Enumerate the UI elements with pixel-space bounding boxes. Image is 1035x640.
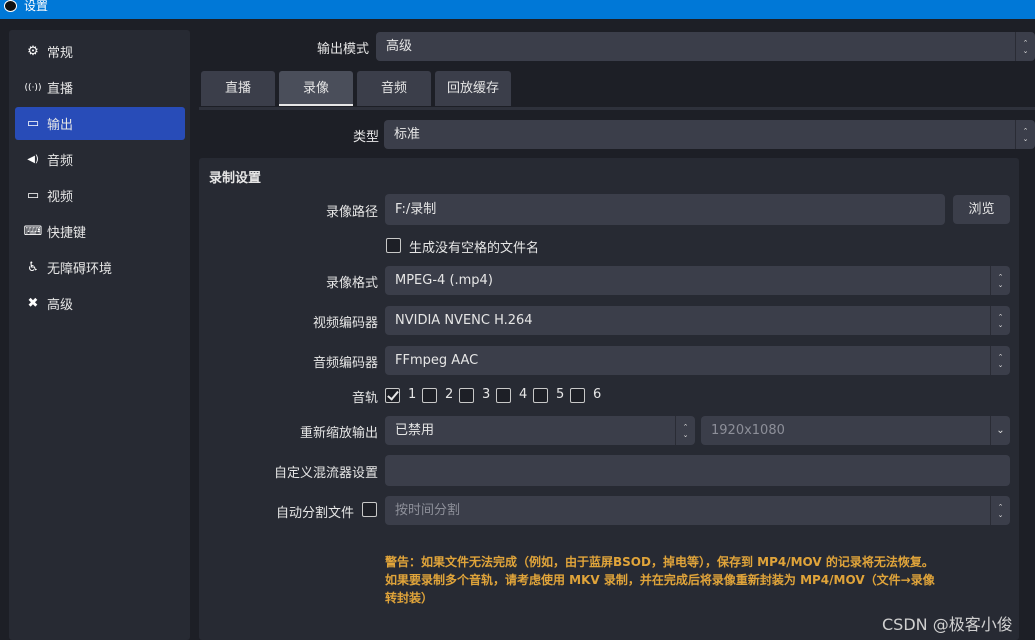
rescale-resolution-value: 1920x1080 <box>711 423 785 438</box>
tab-divider <box>199 107 1035 110</box>
audio-encoder-label: 音频编码器 <box>312 356 378 371</box>
spinner-icon: ⌃ ⌄ <box>990 346 1010 375</box>
sidebar-item-output[interactable]: ▭ 输出 <box>15 107 185 140</box>
warning-line: 如果要录制多个音轨，请考虑使用 MKV 录制，并在完成后将录像重新封装为 MP4… <box>385 573 935 587</box>
tab-stream[interactable]: 直播 <box>201 71 275 106</box>
track-2-label: 2 <box>445 387 454 402</box>
accessibility-icon: ♿ <box>27 260 39 275</box>
no-space-filename-label: 生成没有空格的文件名 <box>409 241 540 256</box>
sidebar-item-label: 常规 <box>47 46 74 61</box>
autosplit-value: 按时间分割 <box>395 503 461 518</box>
track-6-label: 6 <box>593 387 602 402</box>
keyboard-icon: ⌨ <box>23 224 43 239</box>
sidebar-item-audio[interactable]: ◀) 音频 <box>15 143 185 176</box>
video-encoder-select[interactable]: NVIDIA NVENC H.264 ⌃ ⌄ <box>385 306 1010 335</box>
output-mode-value: 高级 <box>386 39 413 54</box>
track-6-checkbox[interactable] <box>570 388 585 403</box>
no-space-filename-checkbox[interactable] <box>386 238 401 253</box>
sidebar-item-label: 高级 <box>47 298 74 313</box>
output-mode-label: 输出模式 <box>316 42 369 57</box>
track-5-checkbox[interactable] <box>533 388 548 403</box>
track-1-checkbox[interactable] <box>385 388 400 403</box>
autosplit-select[interactable]: 按时间分割 ⌃ ⌄ <box>385 496 1010 525</box>
rescale-output-value: 已禁用 <box>395 423 435 438</box>
spinner-icon: ⌃ ⌄ <box>1015 120 1035 149</box>
sidebar-item-label: 无障碍环境 <box>47 262 113 277</box>
track-3-label: 3 <box>482 387 491 402</box>
spinner-icon: ⌃ ⌄ <box>990 266 1010 295</box>
spinner-icon: ⌃ ⌄ <box>675 416 695 445</box>
recording-path-input[interactable]: F:/录制 <box>385 194 945 225</box>
title-bar: 设置 <box>0 0 1035 19</box>
track-4-label: 4 <box>519 387 528 402</box>
track-2-checkbox[interactable] <box>422 388 437 403</box>
recording-path-label: 录像路径 <box>325 205 378 220</box>
spinner-icon: ⌃ ⌄ <box>990 496 1010 525</box>
track-3-checkbox[interactable] <box>459 388 474 403</box>
sidebar-item-advanced[interactable]: ✖ 高级 <box>15 287 185 320</box>
warning-line: 警告：如果文件无法完成（例如，由于蓝屏BSOD，掉电等），保存到 MP4/MOV… <box>385 555 934 569</box>
mp4-warning-text: 警告：如果文件无法完成（例如，由于蓝屏BSOD，掉电等），保存到 MP4/MOV… <box>385 553 1025 607</box>
obs-logo-icon <box>4 0 17 12</box>
sidebar-item-label: 快捷键 <box>47 226 87 241</box>
speaker-icon: ◀) <box>27 154 39 165</box>
track-1-label: 1 <box>408 387 417 402</box>
spinner-icon: ⌃ ⌄ <box>1015 32 1035 61</box>
track-5-label: 5 <box>556 387 565 402</box>
audio-encoder-select[interactable]: FFmpeg AAC ⌃ ⌄ <box>385 346 1010 375</box>
rescale-output-label: 重新缩放输出 <box>299 426 378 441</box>
section-title: 录制设置 <box>209 171 262 186</box>
video-encoder-label: 视频编码器 <box>312 316 378 331</box>
watermark: CSDN @极客小俊 <box>882 615 1013 634</box>
tab-audio[interactable]: 音频 <box>357 71 431 106</box>
sidebar-item-label: 输出 <box>47 118 74 133</box>
sidebar-item-label: 视频 <box>47 190 74 205</box>
sidebar-item-hotkeys[interactable]: ⌨ 快捷键 <box>15 215 185 248</box>
muxer-settings-label: 自定义混流器设置 <box>273 466 378 481</box>
audio-tracks-label: 音轨 <box>351 391 378 406</box>
recording-format-select[interactable]: MPEG-4 (.mp4) ⌃ ⌄ <box>385 266 1010 295</box>
sidebar-item-general[interactable]: ⚙ 常规 <box>15 35 185 68</box>
sidebar-item-stream[interactable]: ((·)) 直播 <box>15 71 185 104</box>
sidebar-item-label: 音频 <box>47 154 74 169</box>
video-encoder-value: NVIDIA NVENC H.264 <box>395 313 533 328</box>
muxer-settings-input[interactable] <box>385 455 1010 486</box>
sidebar-item-accessibility[interactable]: ♿ 无障碍环境 <box>15 251 185 284</box>
browse-button[interactable]: 浏览 <box>953 195 1010 224</box>
type-select[interactable]: 标准 ⌃ ⌄ <box>384 120 1035 149</box>
rescale-output-select[interactable]: 已禁用 ⌃ ⌄ <box>385 416 695 445</box>
audio-encoder-value: FFmpeg AAC <box>395 353 479 368</box>
autosplit-label: 自动分割文件 <box>275 506 354 521</box>
gear-icon: ⚙ <box>27 44 39 59</box>
rescale-resolution-select[interactable]: 1920x1080 ⌄ <box>701 416 1010 445</box>
sidebar-item-video[interactable]: ▭ 视频 <box>15 179 185 212</box>
output-mode-select[interactable]: 高级 ⌃ ⌄ <box>376 32 1035 61</box>
track-4-checkbox[interactable] <box>496 388 511 403</box>
window-title: 设置 <box>24 0 49 13</box>
spinner-icon: ⌃ ⌄ <box>990 306 1010 335</box>
chevron-down-icon: ⌄ <box>990 416 1010 445</box>
type-value: 标准 <box>394 127 421 142</box>
settings-sidebar: ⚙ 常规 ((·)) 直播 ▭ 输出 ◀) 音频 ▭ 视频 ⌨ 快捷键 ♿ 无障… <box>9 30 190 640</box>
output-settings-main: 输出模式 高级 ⌃ ⌄ 直播 录像 音频 回放缓存 类型 标准 ⌃ ⌄ 录制设置 录… <box>199 19 1035 640</box>
recording-format-value: MPEG-4 (.mp4) <box>395 273 493 288</box>
monitor-icon: ▭ <box>26 188 40 203</box>
sidebar-item-label: 直播 <box>47 82 74 97</box>
tab-recording[interactable]: 录像 <box>279 71 353 106</box>
tab-replay-buffer[interactable]: 回放缓存 <box>435 71 511 106</box>
warning-line: 转封装） <box>385 591 434 605</box>
broadcast-icon: ((·)) <box>24 82 42 93</box>
recording-format-label: 录像格式 <box>325 276 378 291</box>
tools-icon: ✖ <box>27 296 39 311</box>
type-label: 类型 <box>352 130 379 145</box>
output-icon: ▭ <box>26 116 40 131</box>
autosplit-checkbox[interactable] <box>362 502 377 517</box>
